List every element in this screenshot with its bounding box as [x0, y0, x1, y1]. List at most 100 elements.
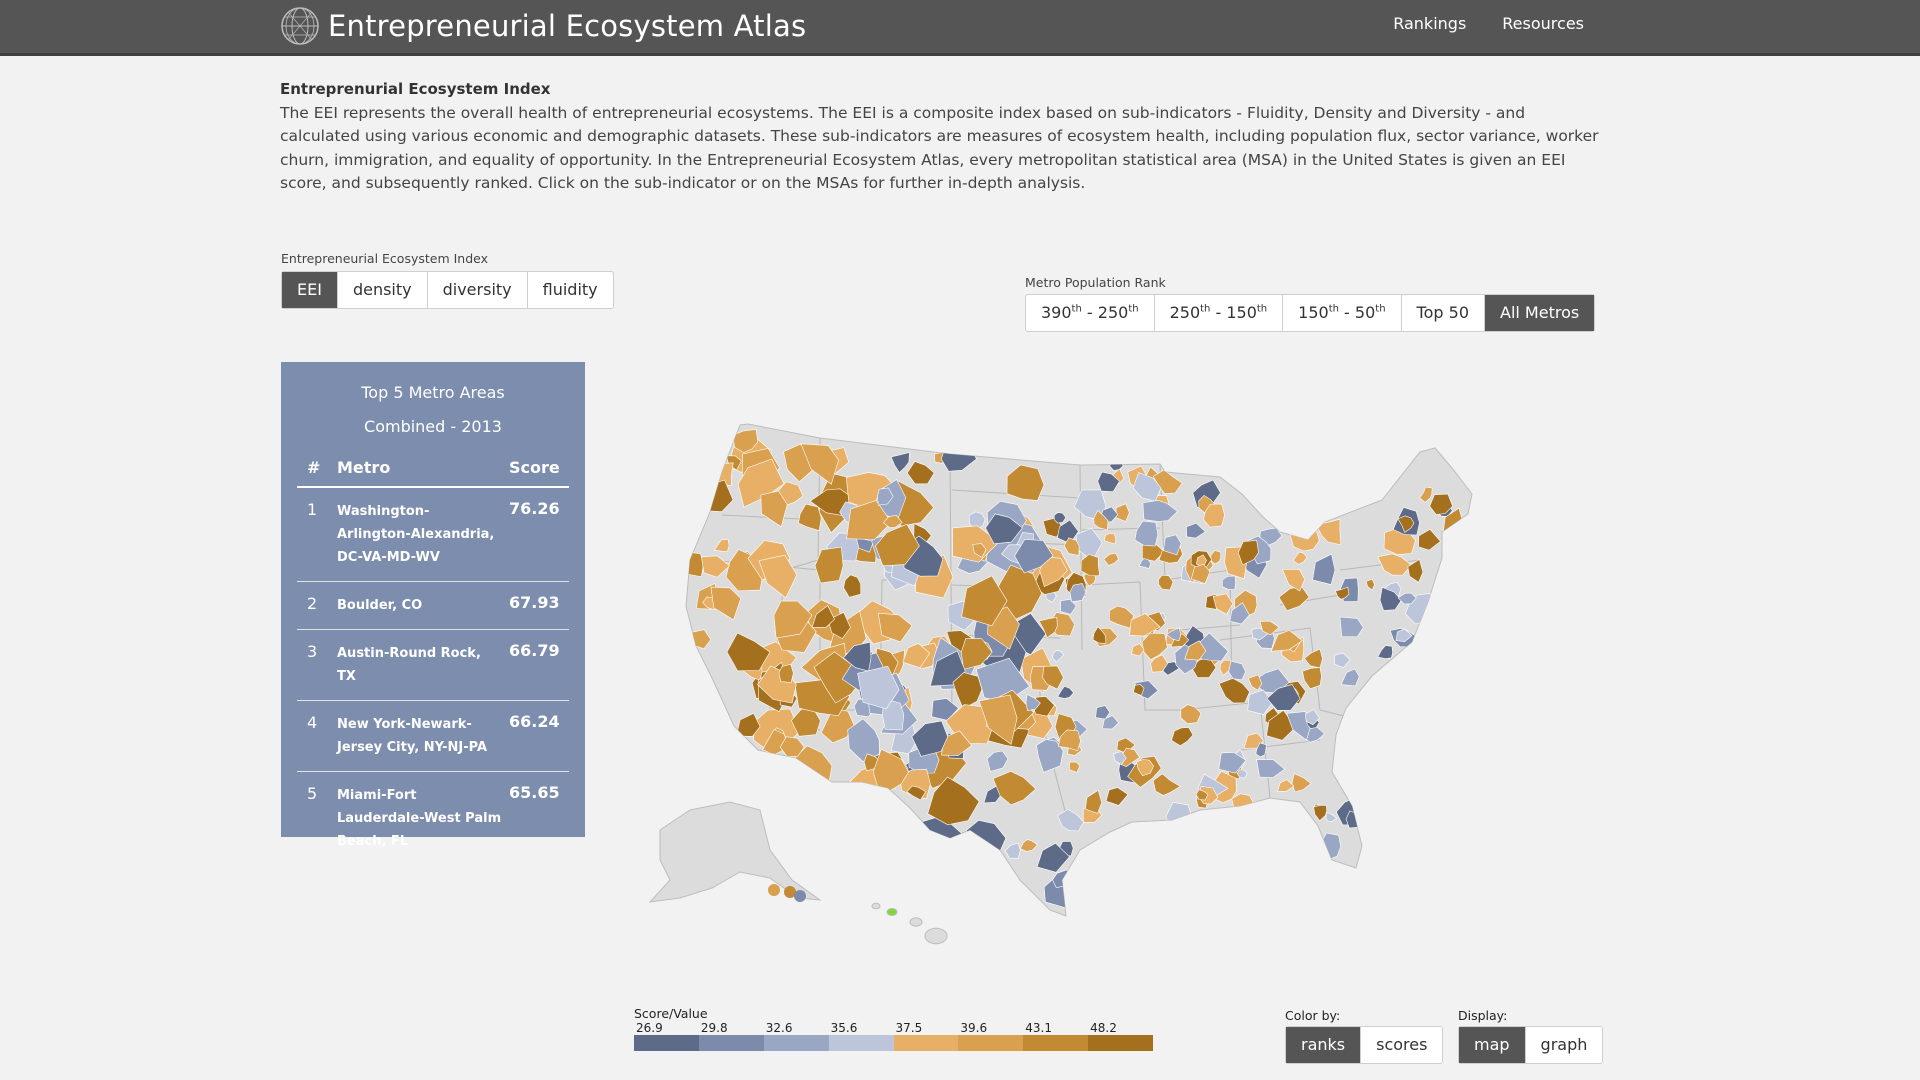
hawaii-island [871, 902, 881, 910]
top5-title: Top 5 Metro Areas [361, 383, 505, 402]
metro-cell: Austin-Round Rock, TX [337, 646, 481, 684]
rank-start: 150 [1298, 303, 1329, 322]
legend-tick-label: 32.6 [765, 1021, 793, 1035]
legend-tick-label: 35.6 [830, 1021, 858, 1035]
rank-end: 50 [1354, 303, 1376, 322]
top-navbar: Entrepreneurial Ecosystem Atlas Rankings… [0, 0, 1920, 56]
ordinal-suffix: th [1071, 303, 1082, 315]
rank-cell: 1 [307, 500, 318, 519]
app-title: Entrepreneurial Ecosystem Atlas [328, 9, 807, 43]
brand[interactable]: Entrepreneurial Ecosystem Atlas [280, 6, 806, 46]
hawaii-region [871, 902, 948, 945]
map-canvas[interactable] [620, 410, 1600, 980]
nav-rankings[interactable]: Rankings [1393, 14, 1466, 33]
metro-area[interactable] [768, 884, 780, 896]
main-nav: Rankings Resources [1393, 14, 1584, 33]
rank-top50-button[interactable]: Top 50 [1402, 295, 1485, 331]
col-metro-header: Metro [337, 457, 391, 477]
population-rank-label: Metro Population Rank [1025, 275, 1166, 290]
rank-end: 250 [1097, 303, 1129, 322]
indicator-toggle: EEI density diversity fluidity [281, 271, 614, 309]
score-legend: Score/Value 26.9 29.8 32.6 35.6 37.5 39.6 43.1… [634, 1006, 1154, 1051]
rank-start: 250 [1169, 303, 1201, 322]
hawaii-island [924, 927, 948, 945]
rank-end: 150 [1226, 303, 1257, 322]
hawaii-island [909, 917, 923, 927]
legend-title: Score/Value [634, 1006, 708, 1021]
intro-heading: Entreprenurial Ecosystem Index [280, 80, 551, 98]
legend-swatch [634, 1035, 699, 1051]
top5-subtitle: Combined - 2013 [364, 417, 502, 436]
indicator-diversity-button[interactable]: diversity [428, 272, 528, 308]
range-separator: - [1210, 303, 1227, 322]
ordinal-suffix: th [1128, 303, 1139, 315]
display-toggle: map graph [1458, 1026, 1604, 1064]
ordinal-suffix: th [1200, 303, 1211, 315]
col-rank-header: # [307, 457, 321, 477]
intro-section: Entreprenurial Ecosystem Index The EEI r… [280, 80, 1600, 195]
display-label: Display: [1458, 1008, 1508, 1023]
legend-tick-label: 43.1 [1025, 1021, 1052, 1035]
display-graph-button[interactable]: graph [1526, 1027, 1603, 1063]
legend-swatch [958, 1035, 1024, 1051]
ordinal-suffix: th [1328, 303, 1339, 315]
us-metro-map[interactable] [620, 410, 1600, 980]
color-by-scores-button[interactable]: scores [1361, 1027, 1442, 1063]
table-row[interactable]: 1 Washington-Arlington-Alexandria, DC-VA… [297, 488, 569, 582]
rank-cell: 3 [307, 642, 318, 661]
score-cell: 66.79 [509, 641, 560, 660]
indicator-fluidity-button[interactable]: fluidity [528, 272, 613, 308]
legend-tick-label: 39.6 [960, 1021, 988, 1035]
display-map-button[interactable]: map [1459, 1027, 1526, 1063]
range-separator: - [1338, 303, 1355, 322]
table-row[interactable]: 5 Miami-Fort Lauderdale-West Palm Beach,… [297, 772, 569, 865]
ordinal-suffix: th [1256, 303, 1268, 315]
legend-swatch [1023, 1035, 1089, 1051]
col-score-header: Score [509, 457, 560, 477]
metro-cell: Miami-Fort Lauderdale-West Palm Beach, F… [337, 788, 502, 849]
top5-table: # Metro Score 1 Washington-Arlington-Ale… [297, 448, 569, 865]
nav-resources[interactable]: Resources [1502, 14, 1584, 33]
metro-area[interactable] [794, 890, 806, 902]
rank-390-250-button[interactable]: 390th - 250th [1026, 295, 1155, 331]
legend-tick-label: 37.5 [895, 1021, 923, 1035]
top5-header-row: # Metro Score [297, 448, 569, 488]
rank-cell: 5 [307, 784, 318, 803]
metro-area[interactable] [1289, 521, 1320, 552]
rank-250-150-button[interactable]: 250th - 150th [1155, 295, 1284, 331]
table-row[interactable]: 4 New York-Newark-Jersey City, NY-NJ-PA … [297, 701, 569, 772]
rank-150-50-button[interactable]: 150th - 50th [1283, 295, 1402, 331]
alaska-region [648, 801, 822, 903]
table-row[interactable]: 2 Boulder, CO 67.93 [297, 582, 569, 630]
legend-swatch [698, 1035, 764, 1051]
indicator-label: Entrepreneurial Ecosystem Index [281, 251, 489, 266]
score-cell: 76.26 [509, 499, 560, 518]
metro-area[interactable] [682, 551, 704, 578]
globe-logo-icon [281, 7, 319, 45]
indicator-eei-button[interactable]: EEI [282, 272, 338, 308]
metro-cell: New York-Newark-Jersey City, NY-NJ-PA [337, 717, 488, 755]
rank-cell: 4 [307, 713, 318, 732]
table-row[interactable]: 3 Austin-Round Rock, TX 66.79 [297, 630, 569, 701]
color-by-ranks-button[interactable]: ranks [1286, 1027, 1362, 1063]
color-by-toggle: ranks scores [1285, 1026, 1444, 1064]
legend-tick-label: 48.2 [1090, 1021, 1117, 1035]
legend-swatch [828, 1035, 894, 1051]
legend-swatch [1088, 1035, 1153, 1051]
intro-body: The EEI represents the overall health of… [280, 104, 1599, 192]
legend-tick-label: 29.8 [700, 1021, 728, 1035]
legend-ticks: 26.9 29.8 32.6 35.6 37.5 39.6 43.1 48.2 [634, 1021, 1154, 1035]
legend-swatch [893, 1035, 959, 1051]
rank-all-metros-button[interactable]: All Metros [1485, 295, 1595, 331]
score-cell: 66.24 [509, 712, 560, 731]
indicator-density-button[interactable]: density [338, 272, 428, 308]
rank-cell: 2 [307, 594, 318, 613]
alaska-shape [648, 801, 822, 903]
range-separator: - [1081, 303, 1098, 322]
legend-swatch [763, 1035, 829, 1051]
color-by-label: Color by: [1285, 1008, 1341, 1023]
metro-area[interactable] [886, 908, 898, 916]
legend-color-bar [634, 1035, 1153, 1051]
top5-panel: Top 5 Metro Areas Combined - 2013 # Metr… [281, 362, 585, 849]
rank-start: 390 [1041, 303, 1072, 322]
